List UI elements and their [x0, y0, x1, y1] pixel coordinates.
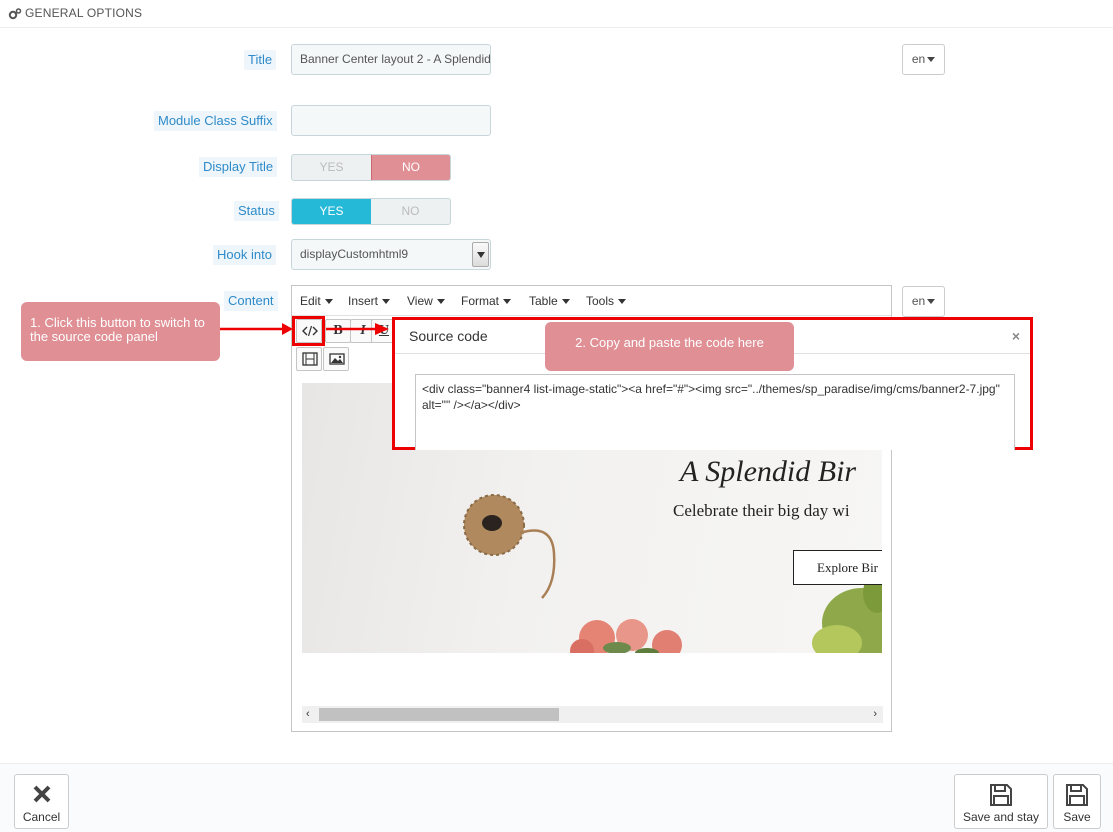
menu-tools[interactable]: Tools [586, 294, 627, 308]
menu-edit[interactable]: Edit [300, 294, 333, 308]
status-no-option[interactable]: NO [371, 199, 450, 224]
close-icon[interactable]: × [1012, 328, 1020, 344]
status-label: Status [234, 201, 279, 221]
language-label: en [911, 294, 926, 308]
module-class-suffix-label: Module Class Suffix [154, 111, 277, 131]
arrow-head-2 [375, 323, 389, 335]
scrollbar-thumb[interactable] [319, 708, 559, 721]
save-button[interactable]: Save [1053, 774, 1101, 829]
caret-down-icon [382, 299, 391, 305]
display-title-yes-option[interactable]: YES [292, 155, 371, 180]
menu-view[interactable]: View [407, 294, 445, 308]
floppy-disk-icon [990, 784, 1012, 806]
banner-heading: A Splendid Bir [680, 455, 857, 488]
caret-down-icon [927, 299, 936, 305]
menu-table[interactable]: Table [529, 294, 570, 308]
caret-down-icon [927, 57, 936, 63]
caret-down-icon [436, 299, 445, 305]
insert-image-button[interactable] [323, 347, 349, 371]
cancel-button[interactable]: Cancel [14, 774, 69, 829]
banner-explore-label: Explore Bir [817, 560, 879, 575]
title-input[interactable]: Banner Center layout 2 - A Splendid Birt… [291, 44, 491, 75]
scroll-right-icon[interactable]: › [873, 707, 877, 722]
insert-video-button[interactable] [296, 347, 322, 371]
close-icon [33, 785, 50, 803]
display-title-switch: YES NO [291, 154, 451, 181]
caret-down-icon [561, 299, 570, 305]
panel-heading: GENERAL OPTIONS [0, 0, 1113, 28]
save-label: Save [1063, 810, 1091, 824]
caret-down-icon [618, 299, 627, 305]
banner-explore-button[interactable]: Explore Bir [793, 550, 882, 585]
scroll-left-icon[interactable]: ‹ [306, 707, 310, 722]
source-code-dialog-title: Source code [409, 328, 488, 344]
editor-menubar: Edit Insert View Format Table Tools [292, 286, 891, 316]
menu-insert[interactable]: Insert [348, 294, 391, 308]
dropdown-arrow-icon[interactable] [472, 242, 489, 267]
banner-subheading: Celebrate their big day wi [673, 501, 850, 520]
image-icon [329, 353, 345, 365]
module-class-suffix-input[interactable] [291, 105, 491, 136]
save-and-stay-button[interactable]: Save and stay [954, 774, 1048, 829]
caret-down-icon [324, 299, 333, 305]
source-code-textarea[interactable]: <div class="banner4 list-image-static"><… [415, 374, 1015, 450]
display-title-no-option[interactable]: NO [371, 155, 450, 180]
form-footer: Cancel Save and stay Save [0, 763, 1113, 832]
horizontal-scrollbar[interactable]: ‹ › [302, 706, 883, 723]
panel-title: GENERAL OPTIONS [25, 6, 143, 20]
arrow-head-1 [282, 323, 293, 335]
display-title-label: Display Title [199, 157, 278, 177]
cogs-icon [8, 8, 22, 20]
content-language-button[interactable]: en [902, 286, 945, 317]
hook-into-value: displayCustomhtml9 [300, 247, 409, 261]
hook-into-select[interactable]: displayCustomhtml9 [291, 239, 491, 270]
content-label: Content [224, 291, 278, 311]
title-language-button[interactable]: en [902, 44, 945, 75]
hook-into-label: Hook into [213, 245, 276, 265]
caret-down-icon [503, 299, 512, 305]
status-yes-option[interactable]: YES [292, 199, 371, 224]
language-label: en [911, 52, 926, 66]
film-icon [302, 352, 318, 366]
floppy-disk-icon [1066, 784, 1088, 806]
title-label: Title [244, 50, 277, 70]
menu-format[interactable]: Format [461, 294, 512, 308]
arrow-annotations [220, 323, 389, 335]
save-and-stay-label: Save and stay [962, 810, 1040, 824]
status-switch: YES NO [291, 198, 451, 225]
step1-callout: 1. Click this button to switch to the so… [21, 302, 220, 361]
step2-callout: 2. Copy and paste the code here [545, 322, 794, 371]
cancel-label: Cancel [22, 810, 61, 824]
